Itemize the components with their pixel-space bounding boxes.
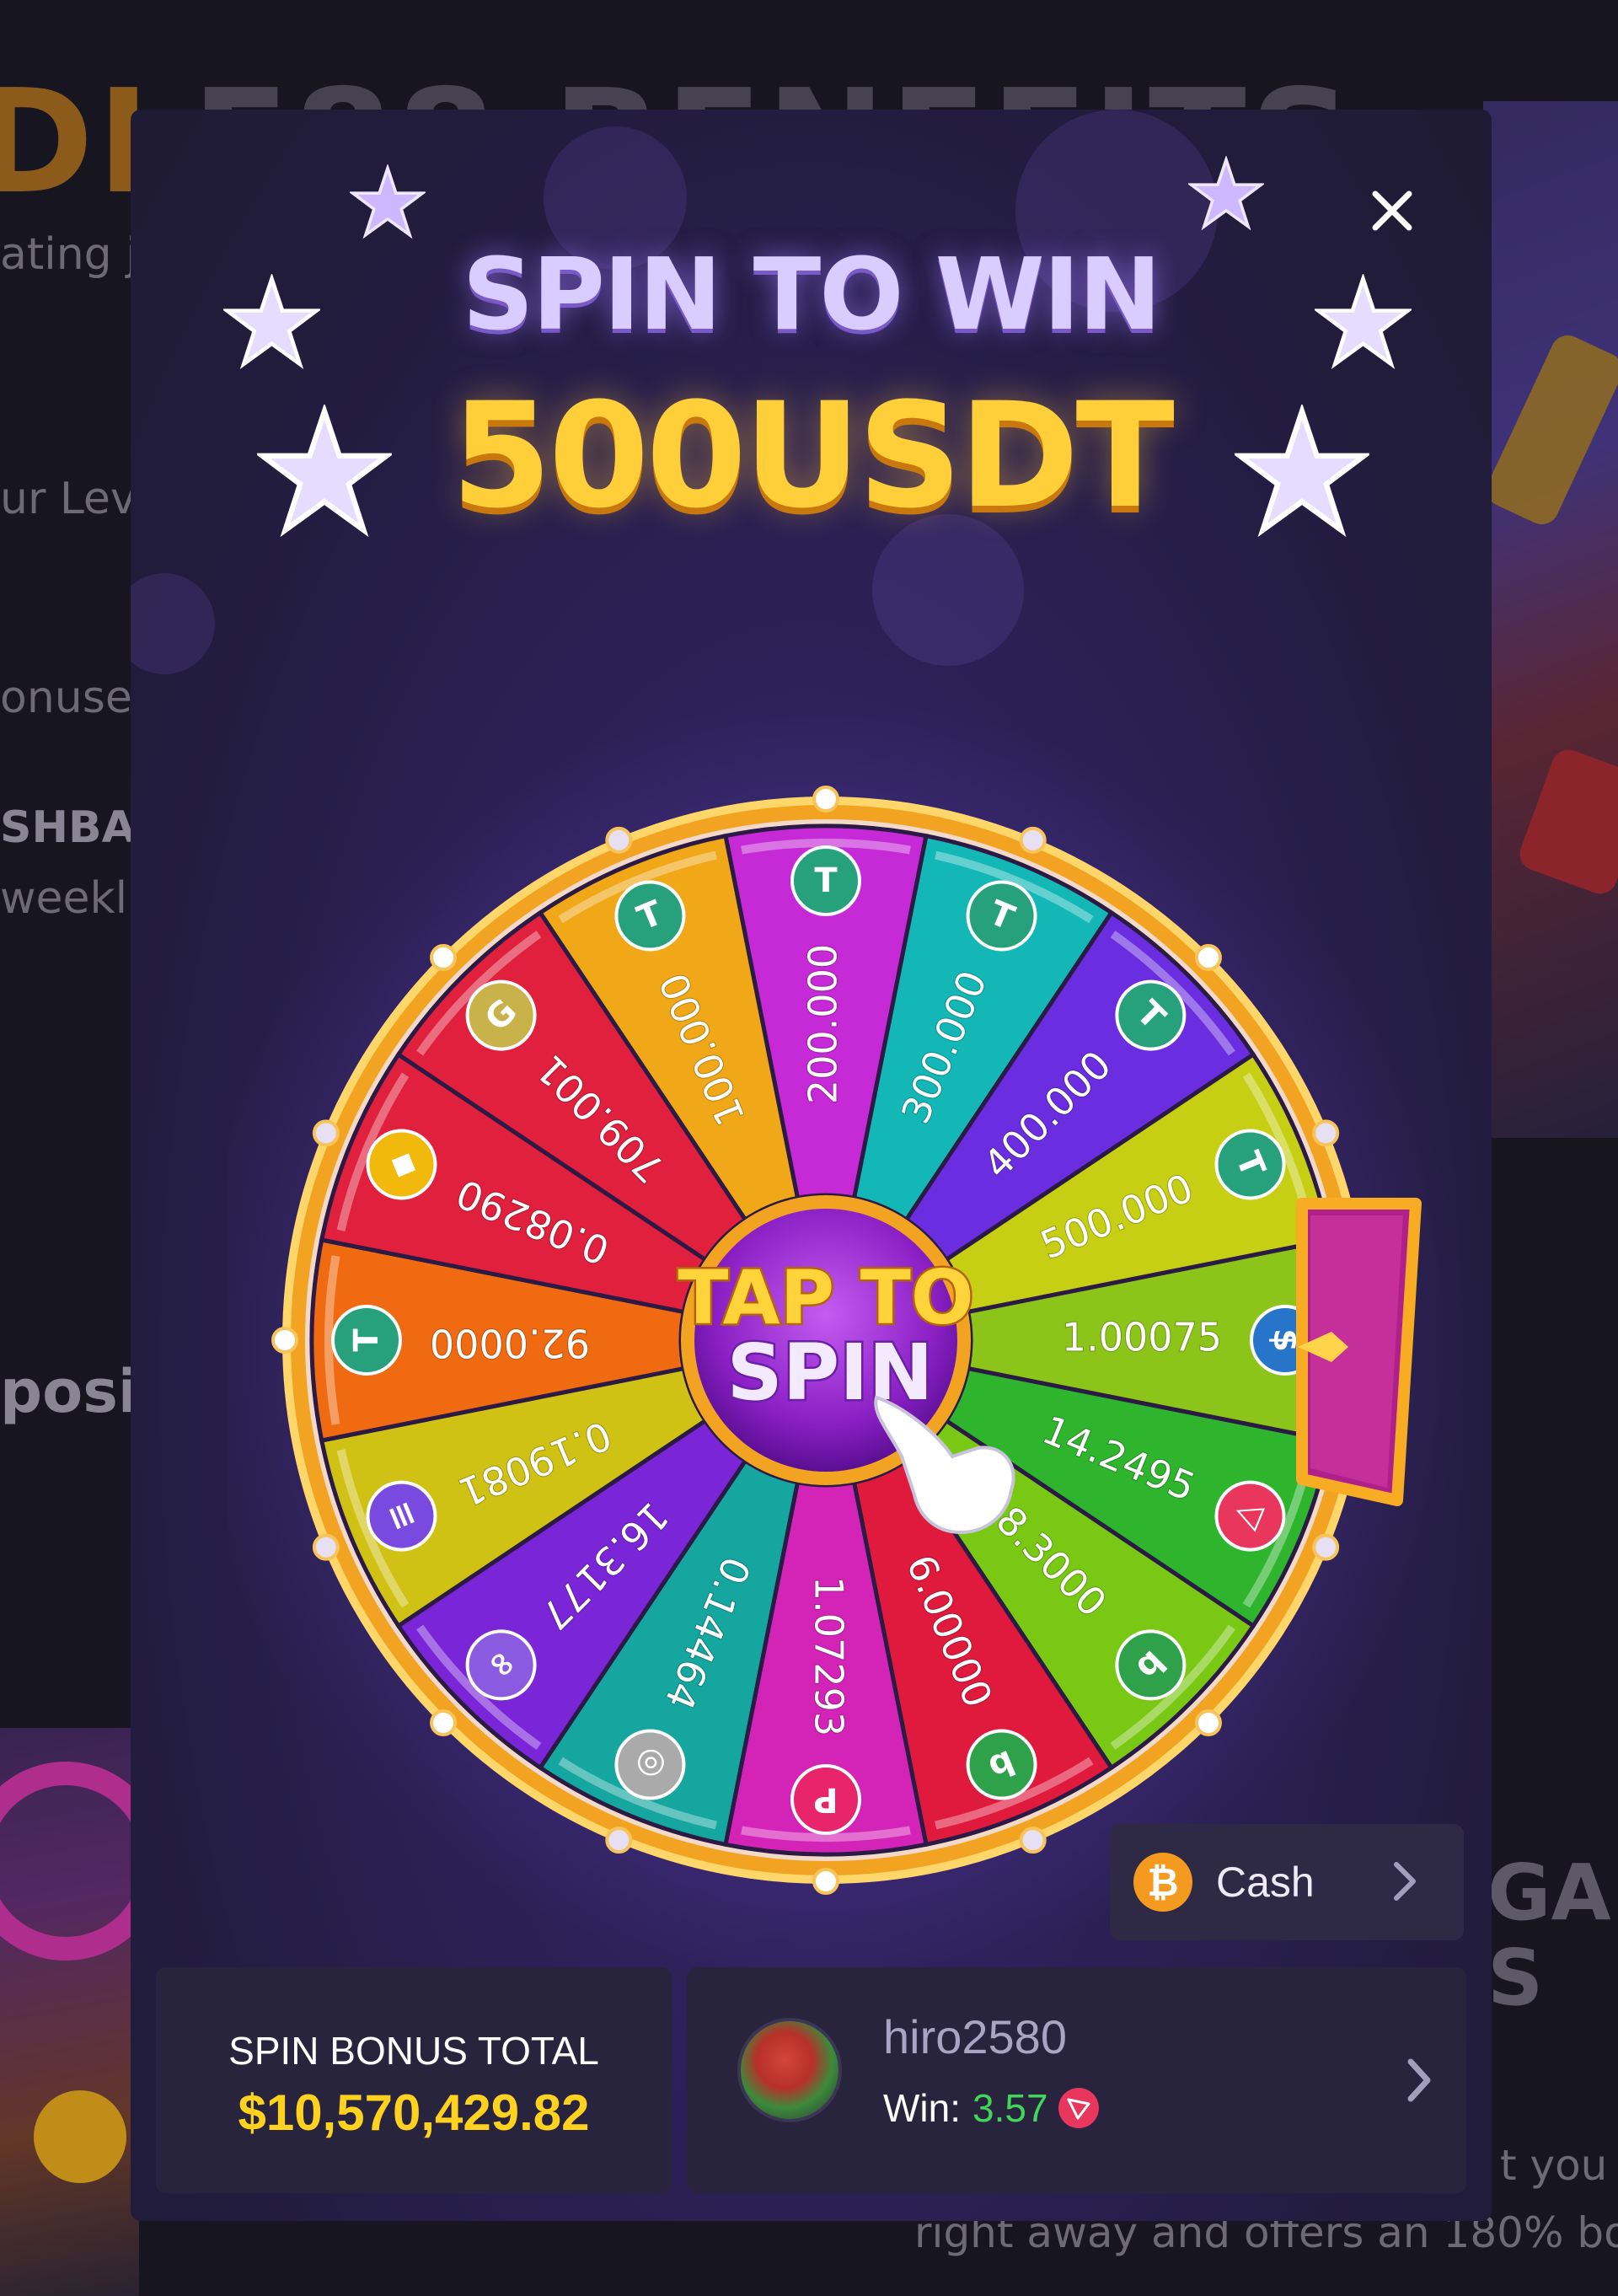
- rim-bulb: [605, 826, 633, 854]
- last-winner-panel[interactable]: hiro2580 Win: 3.57: [687, 1967, 1466, 2193]
- tether-icon-glyph: T: [814, 861, 838, 900]
- rim-bulb: [312, 1119, 340, 1147]
- win-amount: 3.57: [972, 2086, 1048, 2130]
- tron-icon: [1058, 2088, 1099, 2128]
- rim-bulb: [271, 1327, 298, 1354]
- bitcoin-icon: ₿: [1133, 1853, 1192, 1912]
- background-line-1: ating j: [0, 229, 138, 280]
- segment-value: 200.000: [801, 944, 846, 1104]
- segment-value: 1.00075: [1062, 1315, 1222, 1360]
- background-bottom-text-2: t you c: [1500, 2141, 1618, 2190]
- modal-title: SPIN TO WIN: [462, 236, 1162, 352]
- win-label: Win:: [883, 2086, 961, 2130]
- chevron-right-icon: [1394, 1862, 1416, 1901]
- rim-bulb: [812, 1868, 839, 1895]
- winner-amount-row: Win: 3.57: [883, 2085, 1099, 2131]
- spin-modal: SPIN TO WIN 500USDT 200.000 T 300.000 T 400.…: [131, 110, 1492, 2221]
- background-line-5: weekl: [0, 873, 128, 924]
- bokeh-decoration: [131, 573, 215, 674]
- close-icon: [1372, 190, 1412, 231]
- chevron-right-icon: [1407, 2058, 1431, 2102]
- avatar: [737, 2018, 842, 2122]
- modal-prize: 500USDT: [451, 371, 1175, 540]
- rim-bulb: [1194, 1709, 1222, 1736]
- close-button[interactable]: [1358, 177, 1426, 244]
- rim-bulb: [1312, 1533, 1340, 1561]
- tether-icon-glyph: T: [347, 1328, 386, 1352]
- rim-bulb: [430, 944, 458, 972]
- currency-select[interactable]: ₿ Cash: [1110, 1824, 1464, 1940]
- rim-bulb: [430, 1709, 458, 1736]
- rim-bulb: [1312, 1119, 1340, 1147]
- winner-username: hiro2580: [883, 2010, 1067, 2063]
- star-icon: [1188, 156, 1264, 231]
- spin-bonus-value: $10,570,429.82: [238, 2084, 590, 2141]
- segment-value: 1.07293: [806, 1576, 852, 1736]
- rim-bulb: [1194, 944, 1222, 972]
- background-art-left: [0, 1728, 165, 2296]
- spin-bonus-label: SPIN BONUS TOTAL: [228, 2029, 599, 2073]
- hub-label-bottom: SPIN: [727, 1328, 934, 1418]
- rim-bulb: [312, 1533, 340, 1561]
- currency-select-label: Cash: [1216, 1859, 1315, 1906]
- wheel-pointer: [1296, 1198, 1422, 1506]
- rim-bulb: [605, 1827, 633, 1854]
- rim-bulb: [812, 786, 839, 813]
- rim-bulb: [1019, 826, 1047, 854]
- star-icon: [350, 164, 426, 239]
- background-heading-right: GAM S: [1487, 1848, 1618, 2024]
- rim-bulb: [1019, 1827, 1047, 1854]
- background-art-right: [1481, 101, 1618, 1138]
- p-token-icon-glyph: P: [813, 1780, 838, 1819]
- segment-value: 92.0000: [430, 1321, 590, 1366]
- spin-bonus-panel: SPIN BONUS TOTAL $10,570,429.82: [156, 1967, 672, 2193]
